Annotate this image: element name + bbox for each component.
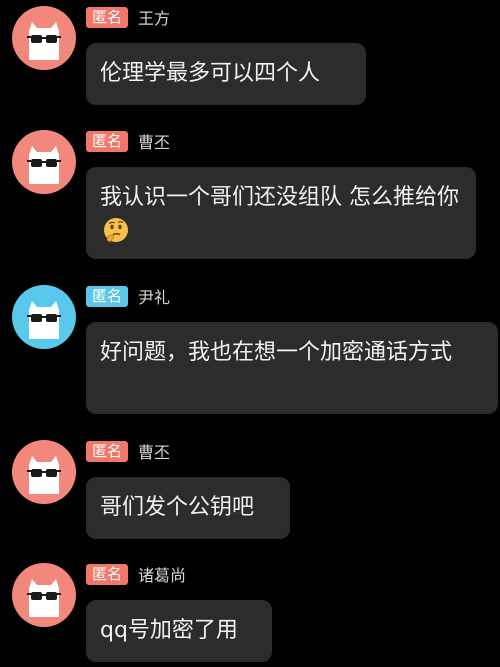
thinking-face-icon bbox=[104, 218, 128, 243]
sender-row: 匿名 诸葛尚 bbox=[86, 563, 186, 585]
message-text: qq号加密了用 bbox=[100, 618, 238, 643]
sender-name: 尹礼 bbox=[138, 288, 171, 307]
message-bubble[interactable]: 好问题，我也在想一个加密通话方式 bbox=[86, 322, 498, 414]
chat-message-list[interactable]: 匿名 王方 伦理学最多可以四个人 匿名 曹丕 我认识一个哥们还没组队 怎么推给你 bbox=[0, 0, 500, 667]
sender-name: 王方 bbox=[138, 9, 171, 28]
sender-row: 匿名 王方 bbox=[86, 6, 170, 28]
cat-sunglasses-avatar-icon[interactable] bbox=[12, 6, 76, 70]
cat-sunglasses-avatar-icon[interactable] bbox=[12, 285, 76, 349]
sender-row: 匿名 尹礼 bbox=[86, 285, 170, 307]
chat-message: 匿名 曹丕 哥们发个公钥吧 bbox=[0, 440, 500, 540]
anonymous-badge: 匿名 bbox=[86, 130, 129, 152]
message-text: 我认识一个哥们还没组队 怎么推给你 bbox=[100, 185, 459, 210]
sender-row: 匿名 曹丕 bbox=[86, 130, 170, 152]
message-text: 伦理学最多可以四个人 bbox=[100, 61, 321, 86]
chat-message: 匿名 尹礼 好问题，我也在想一个加密通话方式 bbox=[0, 285, 500, 415]
chat-message: 匿名 王方 伦理学最多可以四个人 bbox=[0, 6, 500, 106]
message-text: 好问题，我也在想一个加密通话方式 bbox=[100, 340, 453, 365]
anonymous-badge: 匿名 bbox=[86, 6, 129, 28]
anonymous-badge: 匿名 bbox=[86, 285, 129, 307]
anonymous-badge: 匿名 bbox=[86, 440, 129, 462]
message-bubble[interactable]: 哥们发个公钥吧 bbox=[86, 477, 290, 539]
sender-name: 曹丕 bbox=[138, 443, 171, 462]
message-bubble[interactable]: qq号加密了用 bbox=[86, 600, 272, 662]
cat-sunglasses-avatar-icon[interactable] bbox=[12, 440, 76, 504]
cat-sunglasses-avatar-icon[interactable] bbox=[12, 563, 76, 627]
message-bubble[interactable]: 我认识一个哥们还没组队 怎么推给你 bbox=[86, 167, 476, 259]
sender-name: 诸葛尚 bbox=[138, 566, 187, 585]
message-text: 哥们发个公钥吧 bbox=[100, 495, 255, 520]
anonymous-badge: 匿名 bbox=[86, 563, 129, 585]
sender-row: 匿名 曹丕 bbox=[86, 440, 170, 462]
chat-message: 匿名 诸葛尚 qq号加密了用 bbox=[0, 563, 500, 663]
chat-message: 匿名 曹丕 我认识一个哥们还没组队 怎么推给你 bbox=[0, 130, 500, 260]
sender-name: 曹丕 bbox=[138, 133, 171, 152]
cat-sunglasses-avatar-icon[interactable] bbox=[12, 130, 76, 194]
message-bubble[interactable]: 伦理学最多可以四个人 bbox=[86, 43, 366, 105]
